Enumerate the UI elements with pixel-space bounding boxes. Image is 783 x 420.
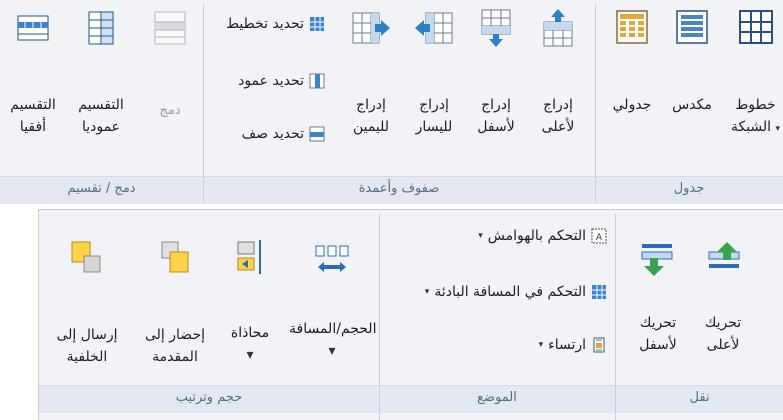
bring-front-button[interactable]: إحضار إلى المقدمة [135,238,215,368]
bring-front-label-1: إحضار إلى [145,327,205,343]
send-back-button[interactable]: إرسال إلى الخلفية [45,238,129,368]
insert-left-label-2: لليسار [415,119,453,135]
insert-right-label-2: لليمين [352,119,390,135]
svg-text:A: A [596,233,603,243]
bring-to-front-icon [161,241,189,273]
insert-above-icon [543,9,573,47]
select-layout-icon [310,17,324,31]
ribbon-table-layout: جدول صفوف وأعمدة دمج / تقسيم خطوط الشبكة… [0,0,783,204]
control-margins-icon: A [591,228,607,244]
select-row-icon [309,126,325,142]
select-column-icon [309,73,325,89]
tabular-button[interactable]: جدولي [604,8,660,116]
move-up-label-1: تحريك [704,315,742,331]
insert-below-icon [481,9,511,47]
size-space-icon [315,245,349,272]
stacked-label: مكدس [672,97,712,113]
split-horizontal-label-1: التقسيم [10,97,56,113]
control-margins-label: التحكم بالهوامش [487,228,586,244]
align-icon [237,240,261,274]
insert-above-button[interactable]: إدراج لأعلى [528,8,588,138]
group-label-rows-cols: صفوف وأعمدة [358,181,440,196]
move-up-label-2: لأعلى [706,337,740,353]
group-label-table: جدول [673,181,705,196]
select-row-button[interactable]: تحديد صف [242,126,325,142]
tabular-layout-icon [616,10,648,44]
send-back-label-1: إرسال إلى [56,327,118,343]
insert-right-button[interactable]: إدراج لليمين [340,8,402,138]
merge-cells-icon [154,11,186,45]
control-padding-button[interactable]: التحكم في المسافة البادئة ▾ [425,284,607,300]
insert-below-label-2: لأسفل [477,119,515,135]
insert-below-label-1: إدراج [481,97,511,113]
insert-right-label-1: إدراج [356,97,386,113]
group-label-position: الموضع [477,390,517,405]
move-down-label-2: لأسفل [639,337,677,353]
move-down-label-1: تحريك [639,315,677,331]
stacked-button[interactable]: مكدس [664,8,720,116]
insert-left-button[interactable]: إدراج لليسار [404,8,464,138]
align-label: محاذاة [230,325,270,341]
split-vertical-button[interactable]: التقسيم عموديا [66,8,136,138]
insert-above-label-2: لأعلى [541,119,575,135]
tabular-label: جدولي [612,97,652,113]
split-horizontal-button[interactable]: التقسيم أفقيا [2,8,64,138]
group-label-merge-split: دمج / تقسيم [67,181,136,196]
group-label-move: نقل [689,390,710,405]
anchoring-label: ارتساء [548,337,586,353]
move-up-icon [708,242,740,268]
select-layout-label: تحديد تخطيط [226,16,304,32]
size-space-button[interactable]: الحجم/المسافة ▾ [289,242,377,362]
move-down-button[interactable]: تحريك لأسفل [629,240,687,356]
insert-left-icon [415,12,453,44]
group-label-size-order: حجم وترتيب [175,390,243,405]
move-down-icon [641,244,673,276]
ribbon-arrange: نقل الموضع حجم وترتيب تحريك لأعلى تحريك … [38,209,783,420]
select-row-label: تحديد صف [241,126,304,142]
insert-above-label-1: إدراج [543,97,573,113]
insert-right-icon [352,12,390,44]
split-vertical-icon [88,11,114,45]
control-margins-button[interactable]: A التحكم بالهوامش ▾ [478,228,607,244]
select-column-label: تحديد عمود [238,73,304,89]
gridlines-button[interactable]: خطوط الشبكة ▾ [728,8,783,140]
group-separator [203,4,204,202]
align-button[interactable]: محاذاة ▾ [217,238,283,366]
bring-front-label-2: المقدمة [152,349,198,365]
group-separator [595,4,596,202]
gridlines-icon [738,10,773,44]
split-vertical-label-2: عموديا [81,119,121,135]
send-to-back-icon [71,241,101,273]
merge-button[interactable]: دمج [140,8,200,122]
control-padding-icon [592,285,606,299]
merge-label: دمج [159,103,181,118]
control-padding-label: التحكم في المسافة البادئة [434,284,586,300]
gridlines-label-2: الشبكة ▾ [730,119,781,135]
gridlines-label-1: خطوط [735,97,776,113]
anchoring-button[interactable]: ارتساء ▾ [539,337,607,353]
select-column-button[interactable]: تحديد عمود [238,73,325,89]
anchoring-icon [593,337,605,353]
split-horizontal-label-2: أفقيا [19,119,47,135]
insert-below-button[interactable]: إدراج لأسفل [466,8,526,138]
move-up-button[interactable]: تحريك لأعلى [695,240,751,356]
split-vertical-label-1: التقسيم [78,97,124,113]
select-layout-button[interactable]: تحديد تخطيط [226,16,325,32]
stacked-layout-icon [676,10,708,44]
insert-left-label-1: إدراج [419,97,449,113]
send-back-label-2: الخلفية [66,349,108,365]
split-horizontal-icon [17,15,49,41]
size-space-label: الحجم/المسافة [289,321,377,337]
